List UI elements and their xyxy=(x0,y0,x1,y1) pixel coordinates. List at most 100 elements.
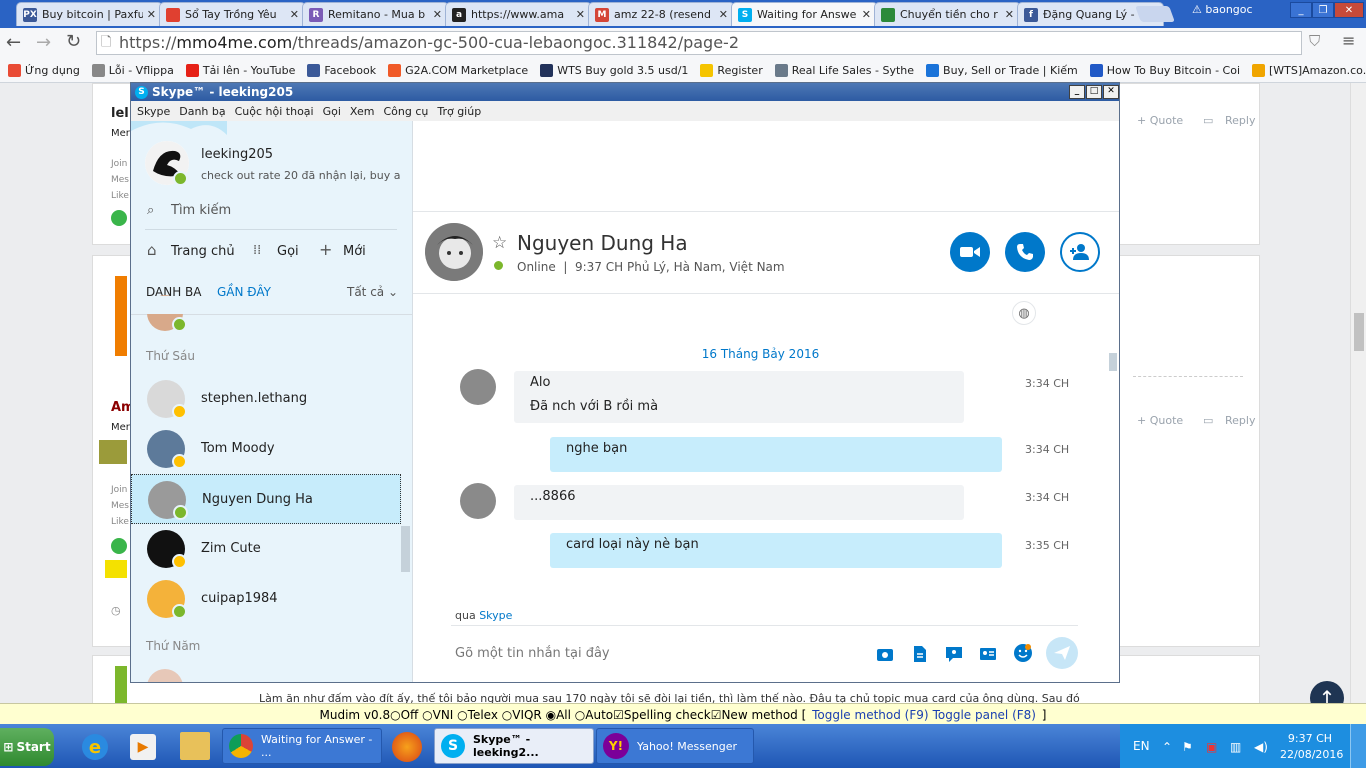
incoming-message[interactable]: Alo Đã nch với B rồi mà xyxy=(514,371,964,423)
address-bar[interactable]: 🗋 https://mmo4me.com/threads/amazon-gc-5… xyxy=(96,31,1302,55)
bookmark-item[interactable]: Facebook xyxy=(307,63,376,77)
skype-minimize-button[interactable]: _ xyxy=(1069,85,1085,99)
send-contact-icon[interactable] xyxy=(979,645,997,663)
browser-tab[interactable]: Chuyển tiền cho r ✕ xyxy=(874,2,1021,26)
skype-menu-item[interactable]: Danh bạ xyxy=(179,105,225,118)
send-button[interactable] xyxy=(1046,637,1078,669)
contact-row[interactable]: cuipap1984 xyxy=(131,574,401,624)
tab-close-icon[interactable]: ✕ xyxy=(719,8,728,21)
bookmark-item[interactable]: Ứng dụng xyxy=(8,63,80,77)
reply-icon[interactable]: ▭ xyxy=(1203,414,1213,427)
browser-tab[interactable]: Mamz 22-8 (resend ✕ xyxy=(588,2,735,26)
incoming-message[interactable]: ...8866 xyxy=(514,485,964,520)
skype-menu-item[interactable]: Cuộc hội thoại xyxy=(235,105,314,118)
emoticon-icon[interactable] xyxy=(1013,643,1033,663)
contact-row[interactable]: Zim Cute xyxy=(131,524,401,574)
language-indicator[interactable]: EN xyxy=(1133,739,1150,753)
contact-row[interactable]: stephen.lethang xyxy=(131,374,401,424)
new-method-checkbox[interactable]: ☑ xyxy=(711,708,722,722)
new-tab-button[interactable] xyxy=(1135,6,1175,22)
skype-menu-item[interactable]: Skype xyxy=(137,105,170,118)
contact-row[interactable]: Tom Moody xyxy=(131,424,401,474)
menu-icon[interactable]: ≡ xyxy=(1342,31,1355,50)
contact-list-scrollbar[interactable] xyxy=(401,526,410,572)
bookmark-item[interactable]: Buy, Sell or Trade | Kiếm xyxy=(926,63,1078,77)
browser-tab[interactable]: R Remitano - Mua b ✕ xyxy=(302,2,449,26)
forward-icon[interactable]: → xyxy=(36,32,51,53)
send-photo-icon[interactable] xyxy=(876,645,894,663)
contact-row[interactable]: Nguyen Dung Ha xyxy=(131,474,401,524)
ime-radio[interactable]: ○ xyxy=(418,708,432,722)
shield-icon[interactable]: ⛉ xyxy=(1309,32,1320,50)
bookmark-item[interactable]: WTS Buy gold 3.5 usd/1 xyxy=(540,63,688,77)
network-icon[interactable]: ▥ xyxy=(1230,740,1244,754)
start-button[interactable]: ⊞ Start xyxy=(0,728,54,766)
ime-radio[interactable]: ○ xyxy=(453,708,467,722)
message-sender-avatar[interactable] xyxy=(460,369,496,405)
spelling-checkbox[interactable]: ☑ xyxy=(613,708,624,722)
outgoing-message[interactable]: card loại này nè bạn xyxy=(550,533,1002,568)
message-scrollbar[interactable] xyxy=(1109,353,1117,371)
skype-menu-item[interactable]: Trợ giúp xyxy=(437,105,481,118)
skype-menu-item[interactable]: Công cụ xyxy=(383,105,428,118)
internet-explorer-icon[interactable]: e xyxy=(82,734,108,760)
bookmark-item[interactable]: G2A.COM Marketplace xyxy=(388,63,528,77)
quote-link[interactable]: + Quote xyxy=(1137,114,1183,127)
toggle-panel-link[interactable]: Toggle panel (F8) xyxy=(933,708,1036,722)
taskbar-yahoo[interactable]: Y! Yahoo! Messenger xyxy=(596,728,754,764)
close-window-button[interactable]: ✕ xyxy=(1334,2,1364,18)
taskbar-skype[interactable]: S Skype™ - leeking2... xyxy=(434,728,594,764)
bookmark-item[interactable]: Real Life Sales - Sythe xyxy=(774,63,914,77)
volume-icon[interactable]: ◀) xyxy=(1254,740,1268,754)
back-icon[interactable]: ← xyxy=(6,32,21,53)
firefox-icon[interactable] xyxy=(392,732,422,762)
skype-menu-item[interactable]: Gọi xyxy=(323,105,341,118)
bookmark-item[interactable]: Lỗi - Vflippa xyxy=(91,63,174,77)
toggle-method-link[interactable]: Toggle method (F9) xyxy=(812,708,928,722)
restore-window-button[interactable]: ❐ xyxy=(1312,2,1334,18)
browser-tab[interactable]: a https://www.ama ✕ xyxy=(445,2,592,26)
browser-tab[interactable]: PX Buy bitcoin | Paxfu ✕ xyxy=(16,2,163,26)
scrollbar-thumb[interactable] xyxy=(1354,313,1364,351)
bookmark-item[interactable]: [WTS]Amazon.co.uk Acc xyxy=(1252,63,1366,77)
ime-radio[interactable]: ○ xyxy=(498,708,512,722)
flag-icon[interactable]: ⚑ xyxy=(1182,740,1196,754)
media-player-icon[interactable]: ▶ xyxy=(130,734,156,760)
system-clock[interactable]: 9:37 CH 22/08/2016 xyxy=(1280,731,1343,763)
file-explorer-icon[interactable] xyxy=(180,732,210,760)
browser-tab[interactable]: S Waiting for Answe ✕ xyxy=(731,2,878,26)
reply-link[interactable]: Reply xyxy=(1225,114,1255,127)
browser-tab[interactable]: Sổ Tay Trồng Yêu ✕ xyxy=(159,2,306,26)
bookmark-item[interactable]: Register xyxy=(700,63,763,77)
reply-link[interactable]: Reply xyxy=(1225,414,1255,427)
security-alert-icon[interactable]: ▣ xyxy=(1206,740,1220,754)
video-message-icon[interactable] xyxy=(945,645,963,663)
scroll-top-icon[interactable]: ↑ xyxy=(1310,681,1344,703)
tab-close-icon[interactable]: ✕ xyxy=(576,8,585,21)
reply-icon[interactable]: ▭ xyxy=(1203,114,1213,127)
reload-icon[interactable]: ↻ xyxy=(66,31,81,52)
send-file-icon[interactable] xyxy=(911,645,929,663)
minimize-window-button[interactable]: _ xyxy=(1290,2,1312,18)
ime-radio[interactable]: ◉ xyxy=(542,708,556,722)
skype-maximize-button[interactable]: □ xyxy=(1086,85,1102,99)
tab-close-icon[interactable]: ✕ xyxy=(290,8,299,21)
bookmark-item[interactable]: Tải lên - YouTube xyxy=(185,63,295,77)
skype-close-button[interactable]: ✕ xyxy=(1103,85,1119,99)
message-compose-input[interactable]: Gõ một tin nhắn tại đây xyxy=(455,646,855,661)
page-scrollbar[interactable] xyxy=(1350,83,1366,703)
tab-close-icon[interactable]: ✕ xyxy=(1005,8,1014,21)
quote-link[interactable]: + Quote xyxy=(1137,414,1183,427)
message-sender-avatar[interactable] xyxy=(460,483,496,519)
outgoing-message[interactable]: nghe bạn xyxy=(550,437,1002,472)
ime-radio[interactable]: ○ xyxy=(571,708,585,722)
skype-title-bar[interactable]: S Skype™ - leeking205 _ □ ✕ xyxy=(131,83,1119,101)
profile-name[interactable]: ⚠ baongoc xyxy=(1192,3,1253,16)
tab-close-icon[interactable]: ✕ xyxy=(147,8,156,21)
show-hidden-icons[interactable]: ⌃ xyxy=(1162,740,1176,754)
taskbar-chrome[interactable]: Waiting for Answer - ... xyxy=(222,728,382,764)
ime-radio[interactable]: ○ xyxy=(390,708,400,722)
tab-close-icon[interactable]: ✕ xyxy=(433,8,442,21)
bookmark-item[interactable]: How To Buy Bitcoin - Coi xyxy=(1089,63,1240,77)
tab-close-icon[interactable]: ✕ xyxy=(862,8,871,21)
